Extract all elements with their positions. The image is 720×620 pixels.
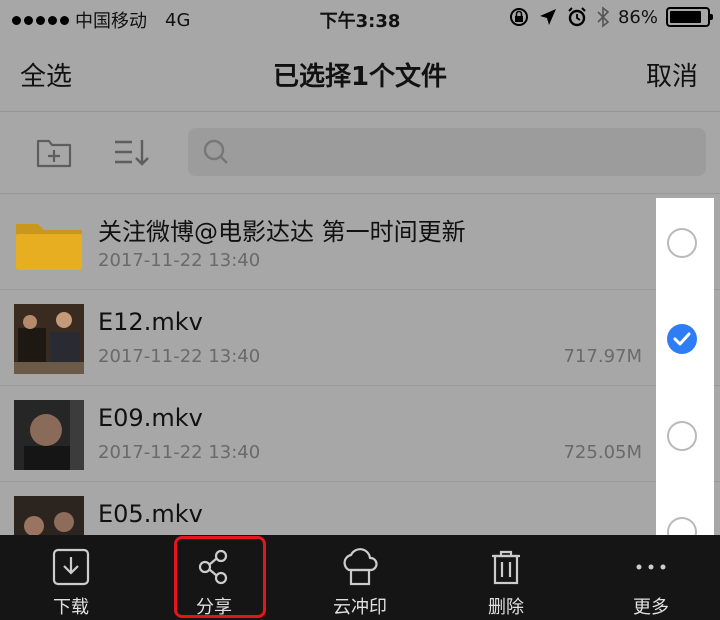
trash-icon	[492, 550, 520, 585]
video-thumbnail	[14, 400, 84, 470]
video-thumbnail	[14, 304, 84, 374]
battery-icon	[666, 7, 713, 27]
checkmark-icon	[673, 332, 691, 346]
more-icon	[636, 564, 666, 570]
rotation-lock-icon	[509, 8, 528, 26]
download-button[interactable]: 下载	[21, 535, 121, 620]
folder-plus-icon[interactable]	[34, 132, 74, 172]
file-name: E09.mkv	[98, 404, 203, 432]
toolbar	[0, 112, 720, 194]
cloud-print-button[interactable]: 云冲印	[310, 535, 410, 620]
search-icon	[203, 139, 228, 164]
file-date: 2017-11-22 13:40	[98, 442, 261, 463]
status-bar: 中国移动 4G 下午3:38 86%	[0, 0, 720, 36]
file-row[interactable]: E09.mkv 2017-11-22 13:40 725.05M	[0, 386, 720, 482]
bluetooth-icon	[597, 6, 610, 28]
file-name: E12.mkv	[98, 308, 203, 336]
search-box[interactable]	[188, 128, 706, 176]
sort-icon[interactable]	[112, 132, 152, 172]
battery-fill	[670, 11, 701, 23]
file-row[interactable]: E05.mkv	[0, 482, 720, 535]
file-row[interactable]: E12.mkv 2017-11-22 13:40 717.97M	[0, 290, 720, 386]
file-size: 725.05M	[563, 442, 642, 463]
file-date: 2017-11-22 13:40	[98, 250, 261, 271]
cancel-button[interactable]: 取消	[646, 56, 698, 93]
delete-button[interactable]: 删除	[456, 535, 556, 620]
select-radio-checked[interactable]	[667, 324, 697, 354]
download-icon	[52, 548, 90, 586]
file-name: E05.mkv	[98, 500, 203, 528]
page-title: 已选择1个文件	[272, 62, 448, 92]
screen: 中国移动 4G 下午3:38 86% 全选 已选择1个文件 取消 关注微博@电影…	[0, 0, 720, 620]
status-right: 86%	[508, 6, 713, 28]
select-radio[interactable]	[667, 421, 697, 451]
search-input[interactable]	[240, 138, 680, 166]
file-row[interactable]: 关注微博@电影达达 第一时间更新 2017-11-22 13:40	[0, 194, 720, 290]
share-highlight-box	[174, 536, 266, 618]
more-button[interactable]: 更多	[601, 535, 701, 620]
alarm-icon	[568, 7, 586, 27]
video-thumbnail	[14, 496, 84, 535]
file-date: 2017-11-22 13:40	[98, 346, 261, 367]
navigation-bar: 全选 已选择1个文件 取消	[0, 36, 720, 112]
cloud-print-label: 云冲印	[333, 597, 387, 618]
file-name: 关注微博@电影达达 第一时间更新	[98, 218, 466, 246]
select-radio[interactable]	[667, 228, 697, 258]
file-list: 关注微博@电影达达 第一时间更新 2017-11-22 13:40 E12.mk…	[0, 194, 720, 535]
cloud-print-icon	[343, 548, 378, 586]
action-bar: 下载 分享 云冲印 删除 更多	[0, 535, 720, 620]
location-icon	[539, 9, 556, 25]
folder-icon	[16, 224, 82, 270]
download-label: 下载	[53, 597, 89, 618]
delete-label: 删除	[488, 597, 524, 618]
more-label: 更多	[633, 597, 669, 618]
file-size: 717.97M	[563, 346, 642, 367]
battery-percent: 86%	[617, 6, 658, 28]
